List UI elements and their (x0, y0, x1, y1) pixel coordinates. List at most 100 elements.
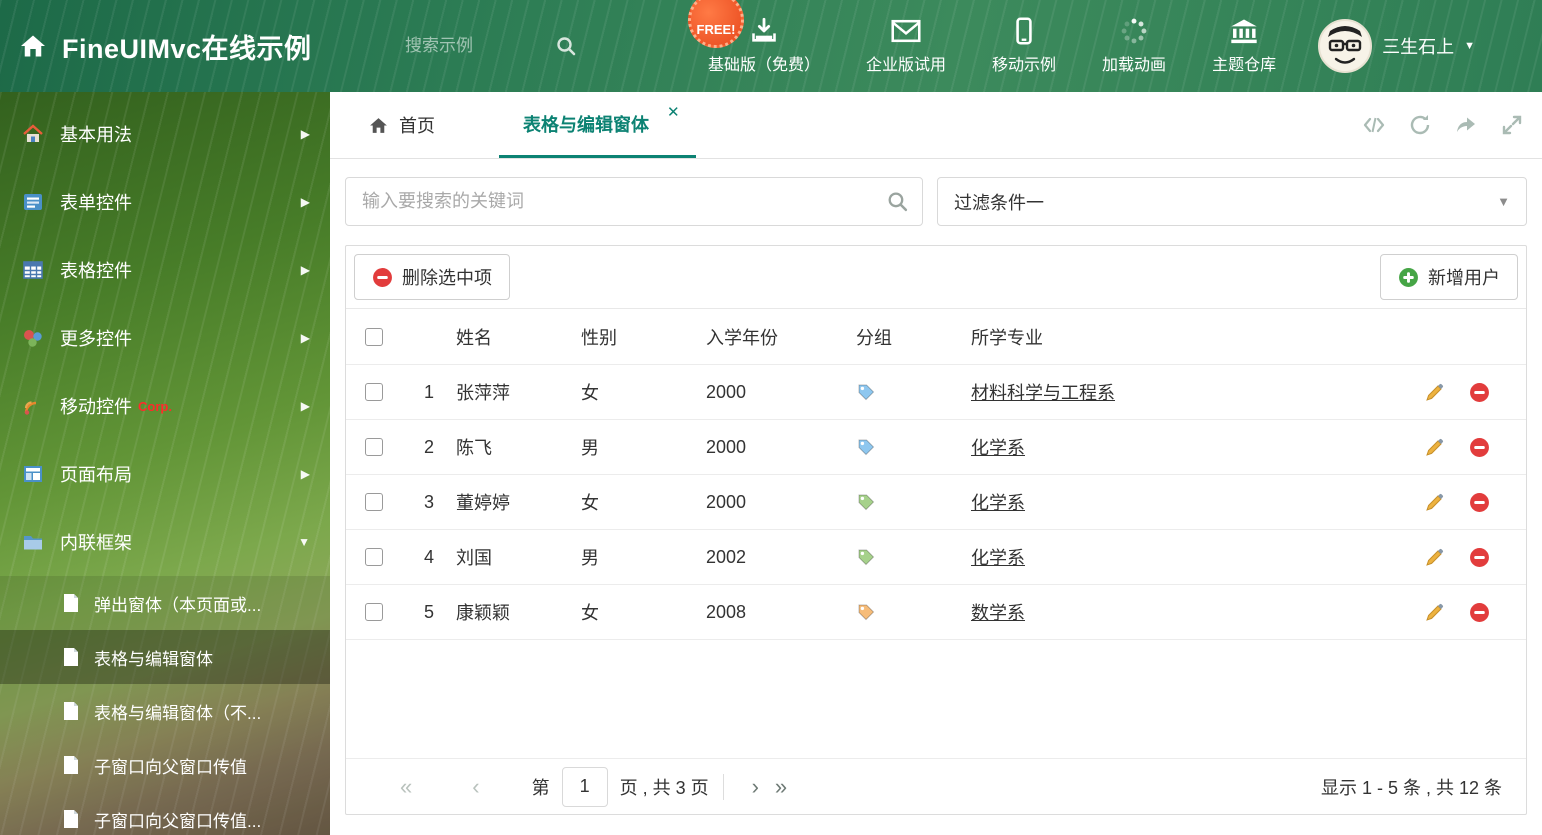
delete-selected-button[interactable]: 删除选中项 (354, 254, 510, 300)
column-header-major[interactable]: 所学专业 (961, 324, 1396, 350)
nav-enterprise-trial[interactable]: 企业版试用 (866, 17, 946, 75)
next-page-button[interactable]: › (744, 774, 767, 800)
edit-pencil-icon[interactable] (1424, 492, 1445, 513)
search-icon[interactable] (555, 35, 577, 57)
search-icon[interactable] (886, 190, 909, 213)
delete-row-icon[interactable] (1469, 382, 1490, 403)
bank-icon (1231, 19, 1257, 44)
cell-year: 2000 (706, 436, 747, 457)
column-header-group[interactable]: 分组 (846, 324, 961, 350)
delete-row-icon[interactable] (1469, 437, 1490, 458)
row-index: 1 (423, 381, 434, 402)
user-menu[interactable]: 三生石上 ▼ (1318, 19, 1475, 73)
cell-year: 2008 (706, 601, 747, 622)
filter-dropdown[interactable]: 过滤条件一 ▼ (937, 177, 1527, 226)
sidebar: 基本用法 ▶ 表单控件 ▶ 表格控件 ▶ 更多控件 ▶ 移动控件 Corp. ▶… (0, 92, 330, 835)
row-index: 3 (423, 491, 434, 512)
row-checkbox[interactable] (364, 383, 383, 401)
folder-icon (24, 536, 42, 550)
tab-home[interactable]: 首页 (360, 92, 443, 158)
table-row[interactable]: 2 陈飞 男 2000 化学系 (346, 420, 1526, 475)
edit-pencil-icon[interactable] (1424, 547, 1445, 568)
sidebar-item-more-controls[interactable]: 更多控件 ▶ (0, 304, 330, 372)
nav-mobile-demo[interactable]: 移动示例 (992, 17, 1056, 75)
fullscreen-icon[interactable] (1500, 113, 1524, 137)
app-title: FineUIMvc在线示例 (62, 33, 312, 64)
table-row[interactable]: 1 张萍萍 女 2000 材料科学与工程系 (346, 365, 1526, 420)
major-link[interactable]: 化学系 (971, 548, 1025, 568)
row-checkbox[interactable] (364, 603, 383, 621)
sidebar-subitem-label: 子窗口向父窗口传值... (94, 811, 262, 831)
major-link[interactable]: 化学系 (971, 493, 1025, 513)
edit-pencil-icon[interactable] (1424, 437, 1445, 458)
tag-icon (858, 604, 875, 621)
header-search-input[interactable] (405, 36, 555, 56)
sidebar-subitem-grid-edit-window-2[interactable]: 表格与编辑窗体（不... (0, 684, 330, 738)
sidebar-item-label: 内联框架 (60, 533, 132, 553)
sidebar-item-iframe[interactable]: 内联框架 ▼ (0, 508, 330, 576)
sidebar-item-page-layout[interactable]: 页面布局 ▶ (0, 440, 330, 508)
row-index: 2 (423, 436, 434, 457)
table-icon (23, 261, 43, 279)
edit-pencil-icon[interactable] (1424, 602, 1445, 623)
nav-theme-repo[interactable]: 主题仓库 (1212, 17, 1276, 75)
header-search[interactable] (405, 35, 620, 57)
major-link[interactable]: 数学系 (971, 603, 1025, 623)
prev-page-button[interactable]: ‹ (464, 774, 487, 800)
nav-loading-animation[interactable]: 加载动画 (1102, 17, 1166, 75)
close-icon[interactable]: ✕ (667, 103, 680, 121)
chevron-down-icon: ▼ (298, 535, 310, 549)
add-icon (1399, 267, 1418, 287)
tab-grid-edit-window[interactable]: 表格与编辑窗体 ✕ (499, 92, 696, 158)
spinner-icon (1121, 18, 1147, 44)
delete-row-icon[interactable] (1469, 547, 1490, 568)
table-row[interactable]: 4 刘国 男 2002 化学系 (346, 530, 1526, 585)
cell-year: 2000 (706, 491, 747, 512)
layout-icon (24, 466, 42, 482)
sidebar-item-form-controls[interactable]: 表单控件 ▶ (0, 168, 330, 236)
row-index: 4 (423, 546, 434, 567)
row-checkbox[interactable] (364, 548, 383, 566)
column-header-name[interactable]: 姓名 (446, 324, 571, 350)
brand[interactable]: FineUIMvc在线示例 (0, 27, 405, 66)
table-row[interactable]: 5 康颖颖 女 2008 数学系 (346, 585, 1526, 640)
delete-row-icon[interactable] (1469, 492, 1490, 513)
sidebar-item-grid-controls[interactable]: 表格控件 ▶ (0, 236, 330, 304)
divider (722, 773, 724, 800)
first-page-button[interactable]: « (392, 774, 420, 800)
top-header: FineUIMvc在线示例 FREE! 基础版（免费） 企业版试用 移动示例 加… (0, 0, 1542, 92)
nav-label: 移动示例 (992, 57, 1057, 74)
grid-header-row: 姓名 性别 入学年份 分组 所学专业 (346, 309, 1526, 365)
home-tab-icon (370, 117, 387, 133)
sidebar-subitem-child-to-parent[interactable]: 子窗口向父窗口传值 (0, 738, 330, 792)
major-link[interactable]: 材料科学与工程系 (971, 383, 1115, 403)
source-code-icon[interactable] (1362, 113, 1386, 137)
sidebar-subitem-popup-window[interactable]: 弹出窗体（本页面或... (0, 576, 330, 630)
column-header-gender[interactable]: 性别 (571, 324, 696, 350)
sidebar-subitem-child-to-parent-2[interactable]: 子窗口向父窗口传值... (0, 792, 330, 835)
sidebar-item-mobile-controls[interactable]: 移动控件 Corp. ▶ (0, 372, 330, 440)
select-all-checkbox[interactable] (364, 327, 383, 346)
refresh-icon[interactable] (1408, 113, 1432, 137)
cell-name: 陈飞 (456, 438, 492, 458)
add-user-button[interactable]: 新增用户 (1380, 254, 1518, 300)
sidebar-item-label: 更多控件 (60, 329, 132, 349)
sidebar-item-basic-usage[interactable]: 基本用法 ▶ (0, 100, 330, 168)
page-content: 过滤条件一 ▼ 删除选中项 新增用户 姓名 性 (330, 159, 1542, 815)
tag-icon (858, 494, 875, 511)
row-checkbox[interactable] (364, 438, 383, 456)
major-link[interactable]: 化学系 (971, 438, 1025, 458)
delete-row-icon[interactable] (1469, 602, 1490, 623)
keyword-search-input[interactable] (345, 177, 923, 226)
sidebar-subitem-grid-edit-window[interactable]: 表格与编辑窗体 (0, 630, 330, 684)
chevron-right-icon: ▶ (300, 331, 310, 345)
mobile-wave-icon (24, 401, 37, 415)
column-header-year[interactable]: 入学年份 (696, 324, 846, 350)
last-page-button[interactable]: » (767, 774, 795, 800)
page-number-input[interactable] (561, 766, 608, 807)
cell-gender: 男 (581, 548, 599, 568)
edit-pencil-icon[interactable] (1424, 382, 1445, 403)
table-row[interactable]: 3 董婷婷 女 2000 化学系 (346, 475, 1526, 530)
row-checkbox[interactable] (364, 493, 383, 511)
open-new-window-icon[interactable] (1454, 113, 1478, 137)
